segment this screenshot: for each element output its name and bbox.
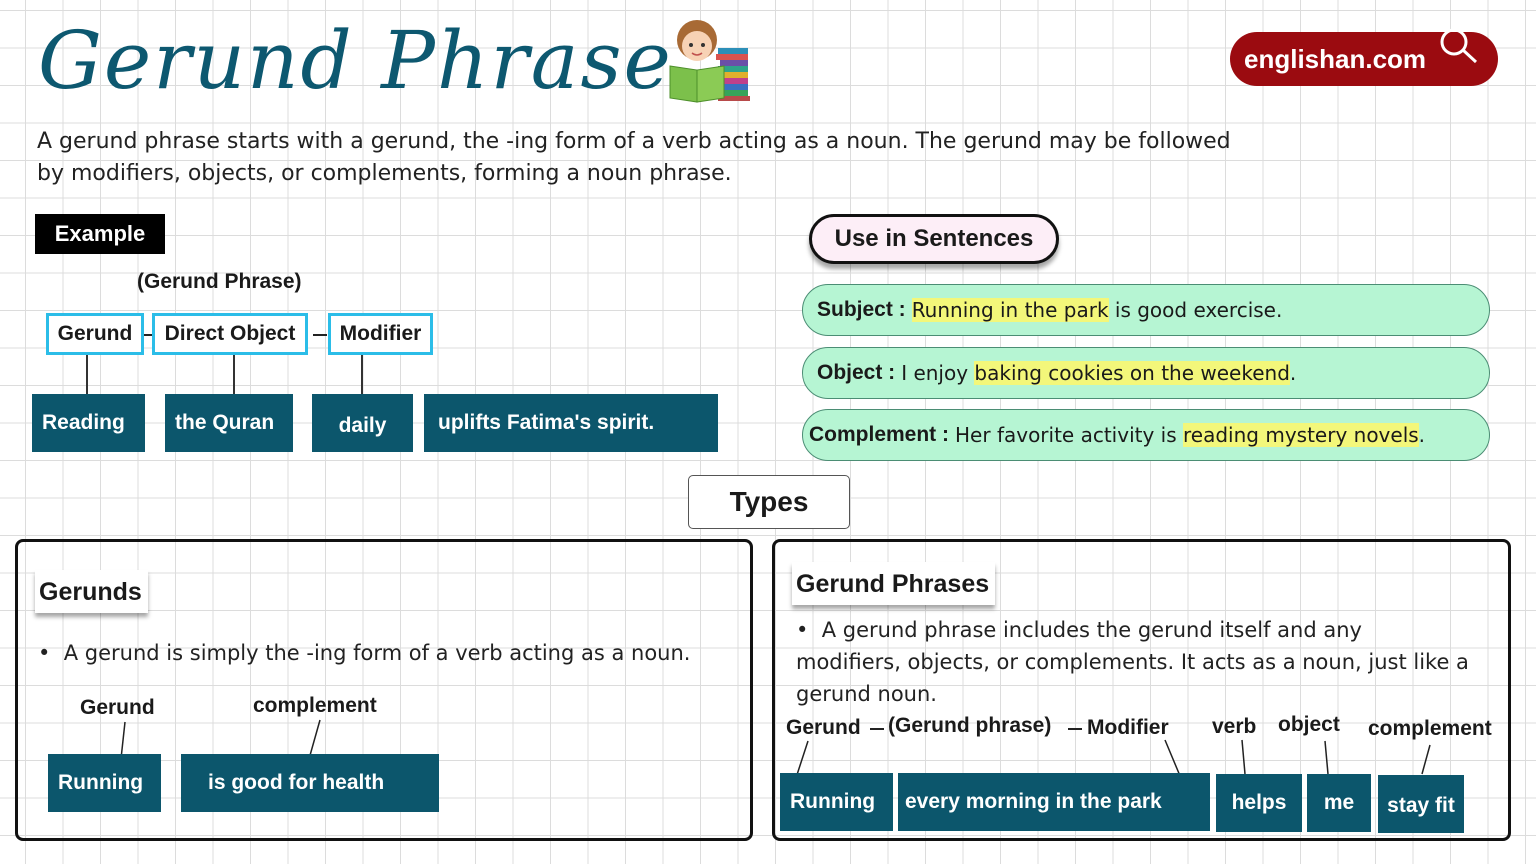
word-box: Running <box>780 773 893 831</box>
word-box: me <box>1307 774 1371 832</box>
connector-line <box>1324 740 1329 775</box>
connector-line <box>1241 739 1246 775</box>
word-box: stay fit <box>1378 775 1464 833</box>
word-box: helps <box>1216 774 1302 832</box>
connector-line <box>1421 744 1431 775</box>
gerund-phrases-connectors <box>792 739 1431 788</box>
word-box: every morning in the park <box>898 773 1210 831</box>
